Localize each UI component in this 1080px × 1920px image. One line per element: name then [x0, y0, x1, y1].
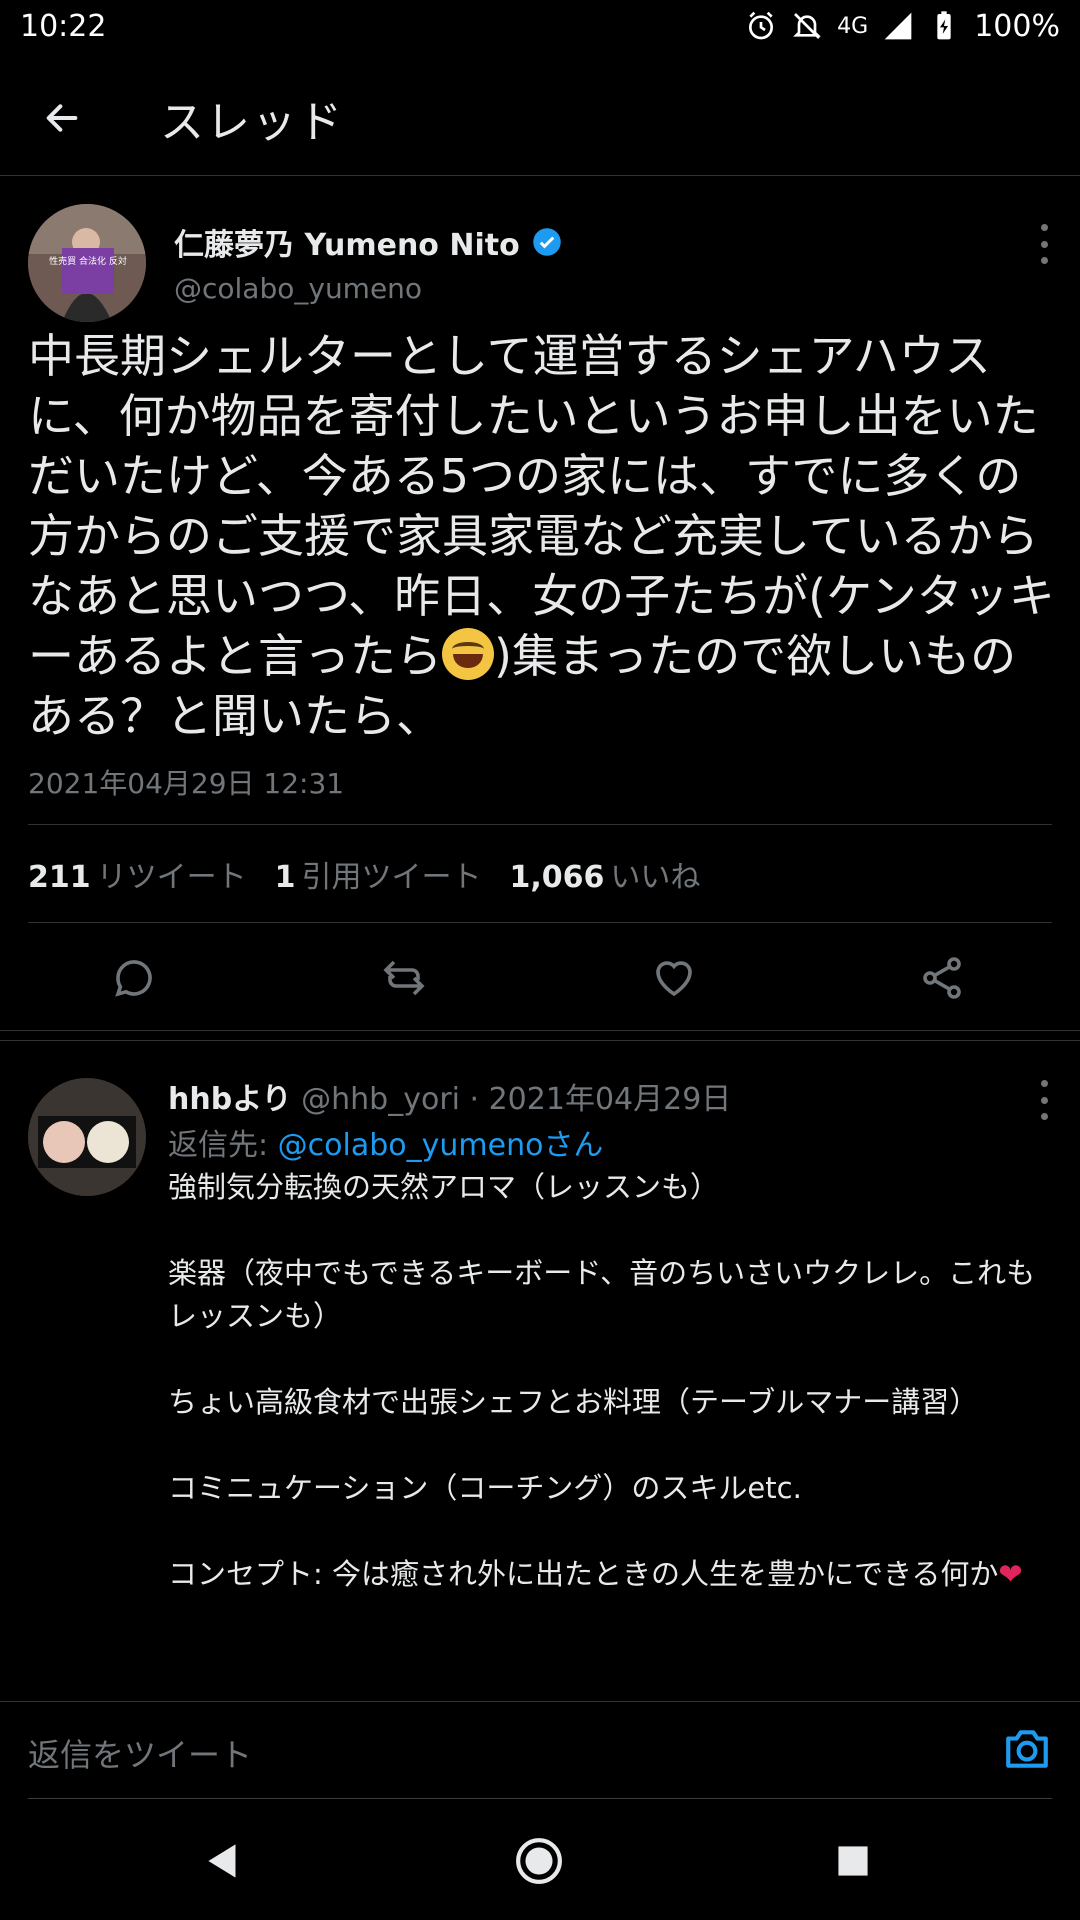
alarm-icon [749, 11, 774, 40]
nav-home-icon[interactable] [514, 1836, 564, 1886]
quotes-stat[interactable]: 1 引用ツイート [275, 852, 482, 896]
quotes-label: 引用ツイート [301, 860, 482, 895]
reply-tweet[interactable]: hhbより @hhb_yori · 2021年04月29日 返信先: @cola… [0, 1044, 1080, 1704]
heart-emoji-icon: ❤ [998, 1557, 1023, 1591]
status-icons: 4G 100% [745, 9, 1060, 44]
reply-input[interactable]: 返信をツイート [28, 1730, 252, 1776]
more-dot-icon [1040, 1080, 1048, 1087]
tweet-stats: 211 リツイート 1 引用ツイート 1,066 いいね [28, 852, 700, 896]
likes-count: 1,066 [509, 860, 605, 895]
verified-badge-icon [532, 228, 561, 256]
reply-text: 強制気分転換の天然アロマ（レッスンも） 楽器（夜中でもできるキーボード、音のちい… [168, 1166, 1048, 1639]
author-name[interactable]: 仁藤夢乃 Yumeno Nito [174, 220, 520, 264]
avatar[interactable]: 性売買 合法化 反対 [28, 204, 146, 322]
reply-icon[interactable] [110, 954, 158, 1002]
more-dot-icon [1040, 1096, 1048, 1104]
battery-icon [937, 11, 951, 40]
nav-back-icon[interactable] [198, 1836, 248, 1886]
avatar-image: 性売買 合法化 反対 [28, 204, 146, 322]
more-dot-icon [1040, 1113, 1048, 1120]
status-time: 10:22 [20, 8, 107, 44]
signal-icon [884, 12, 912, 40]
like-icon[interactable] [650, 954, 698, 1002]
tweet-actions [0, 942, 1080, 1014]
camera-icon[interactable] [1002, 1724, 1052, 1774]
back-button[interactable] [32, 88, 92, 148]
reply-compose-bar: 返信をツイート [0, 1701, 1080, 1799]
reply-paragraph: ちょい高級食材で出張シェフとお料理（テーブルマナー講習） [168, 1385, 979, 1419]
battery-level: 100% [974, 8, 1060, 44]
more-options-button[interactable] [1038, 224, 1050, 264]
main-tweet: 性売買 合法化 反対 仁藤夢乃 Yumeno Nito @colabo_yume… [0, 176, 1080, 1031]
reply-author-row: hhbより @hhb_yori · 2021年04月29日 [168, 1074, 731, 1118]
tweet-date: 2021年04月29日 12:31 [28, 767, 345, 800]
nav-recents-icon[interactable] [828, 1836, 878, 1886]
retweets-count: 211 [28, 860, 91, 895]
more-dot-icon [1040, 224, 1048, 231]
tweet-text: 中長期シェルターとして運営するシェアハウスに、何か物品を寄付したいというお申し出… [28, 326, 1058, 746]
likes-stat[interactable]: 1,066 いいね [510, 852, 701, 896]
avatar-sign-text: 性売買 合法化 反対 [49, 255, 127, 267]
arrow-left-icon [46, 103, 78, 132]
more-dot-icon [1040, 240, 1048, 248]
quotes-count: 1 [274, 860, 296, 895]
reply-paragraph-last: コンセプト: 今は癒され外に出たときの人生を豊かにできる何か❤ [168, 1553, 1048, 1596]
author-row: 仁藤夢乃 Yumeno Nito [174, 220, 562, 264]
mention-link[interactable]: @colabo_yumenoさん [278, 1128, 604, 1163]
section-separator [0, 1031, 1080, 1041]
system-nav-bar [0, 1800, 1080, 1920]
divider [28, 824, 1052, 825]
compose-underline [28, 1798, 1052, 1799]
replying-to: 返信先: @colabo_yumenoさん [168, 1120, 603, 1164]
network-type: 4G [837, 13, 869, 39]
retweet-icon[interactable] [380, 954, 428, 1002]
more-dot-icon [1040, 257, 1048, 264]
reply-paragraph: 楽器（夜中でもできるキーボード、音のちいさいウクレレ。これもレッスンも） [168, 1256, 1036, 1333]
avatar-image [28, 1078, 146, 1196]
likes-label: いいね [610, 860, 701, 895]
reply-handle-date: @hhb_yori · 2021年04月29日 [301, 1082, 732, 1117]
reply-paragraph-text: コンセプト: 今は癒され外に出たときの人生を豊かにできる何か [168, 1557, 999, 1591]
replying-to-label: 返信先: [168, 1128, 269, 1163]
notifications-off-icon [793, 13, 822, 39]
thread-header: スレッド [0, 60, 1080, 176]
status-bar: 10:22 4G 100% [0, 0, 1080, 52]
avatar[interactable] [28, 1078, 146, 1196]
retweets-label: リツイート [96, 860, 247, 895]
retweets-stat[interactable]: 211 リツイート [28, 852, 247, 896]
reply-author-name[interactable]: hhbより [168, 1082, 292, 1117]
reply-paragraph: 強制気分転換の天然アロマ（レッスンも） [168, 1170, 720, 1204]
grinning-squinting-emoji-icon [442, 628, 494, 680]
share-icon[interactable] [918, 954, 966, 1002]
reply-paragraph: コミニュケーション（コーチング）のスキルetc. [168, 1471, 802, 1505]
author-handle[interactable]: @colabo_yumeno [174, 272, 422, 305]
page-title: スレッド [160, 96, 344, 148]
divider [28, 922, 1052, 923]
more-options-button[interactable] [1038, 1080, 1050, 1120]
